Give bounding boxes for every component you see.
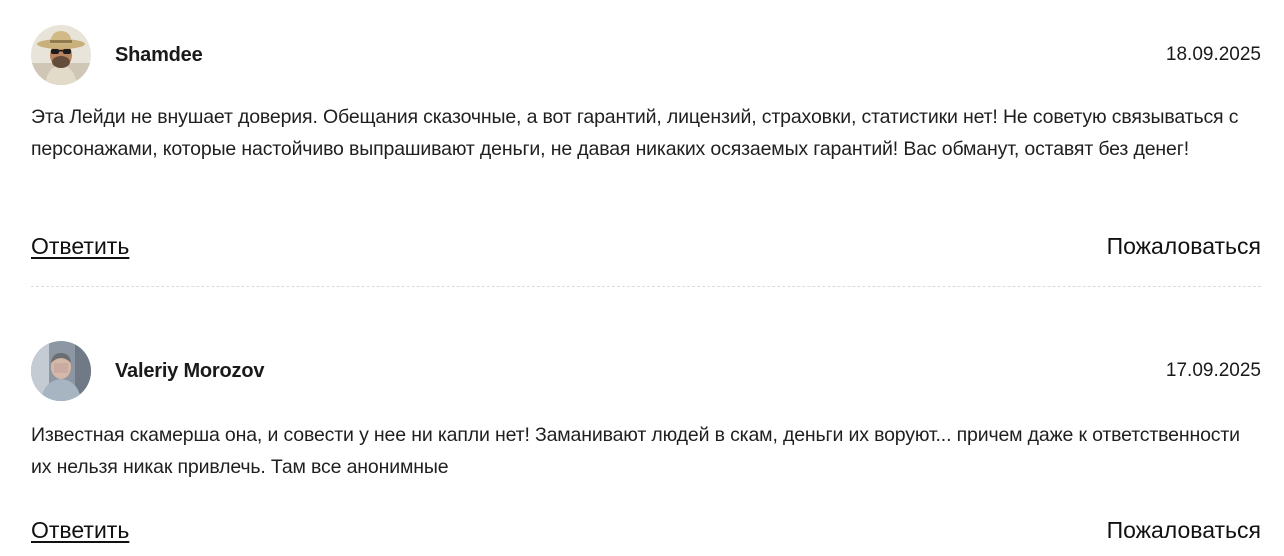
avatar-image [31, 341, 91, 401]
comment-actions: Ответить Пожаловаться [31, 517, 1261, 547]
comments-list: Shamdee 18.09.2025 Эта Лейди не внушает … [0, 0, 1284, 556]
comment: Shamdee 18.09.2025 Эта Лейди не внушает … [31, 25, 1261, 259]
comment-author: Shamdee [115, 44, 203, 66]
avatar [31, 341, 91, 401]
report-link[interactable]: Пожаловаться [1107, 233, 1261, 260]
comment-date: 18.09.2025 [1165, 44, 1261, 65]
avatar-image [31, 25, 91, 85]
avatar [31, 25, 91, 85]
comment-author: Valeriy Morozov [115, 360, 265, 382]
comment: Valeriy Morozov 17.09.2025 Известная ска… [31, 341, 1261, 543]
comment-text: Известная скамерша она, и совести у нее … [31, 424, 1240, 478]
reply-link[interactable]: Ответить [31, 517, 129, 544]
comment-actions: Ответить Пожаловаться [31, 233, 1261, 263]
comment-date: 17.09.2025 [1165, 360, 1261, 381]
comment-header: Shamdee 18.09.2025 [31, 25, 1261, 85]
comment-header: Valeriy Morozov 17.09.2025 [31, 341, 1261, 401]
reply-link[interactable]: Ответить [31, 233, 129, 260]
comment-text: Эта Лейди не внушает доверия. Обещания с… [31, 106, 1239, 160]
report-link[interactable]: Пожаловаться [1107, 517, 1261, 544]
comment-divider [31, 286, 1261, 287]
